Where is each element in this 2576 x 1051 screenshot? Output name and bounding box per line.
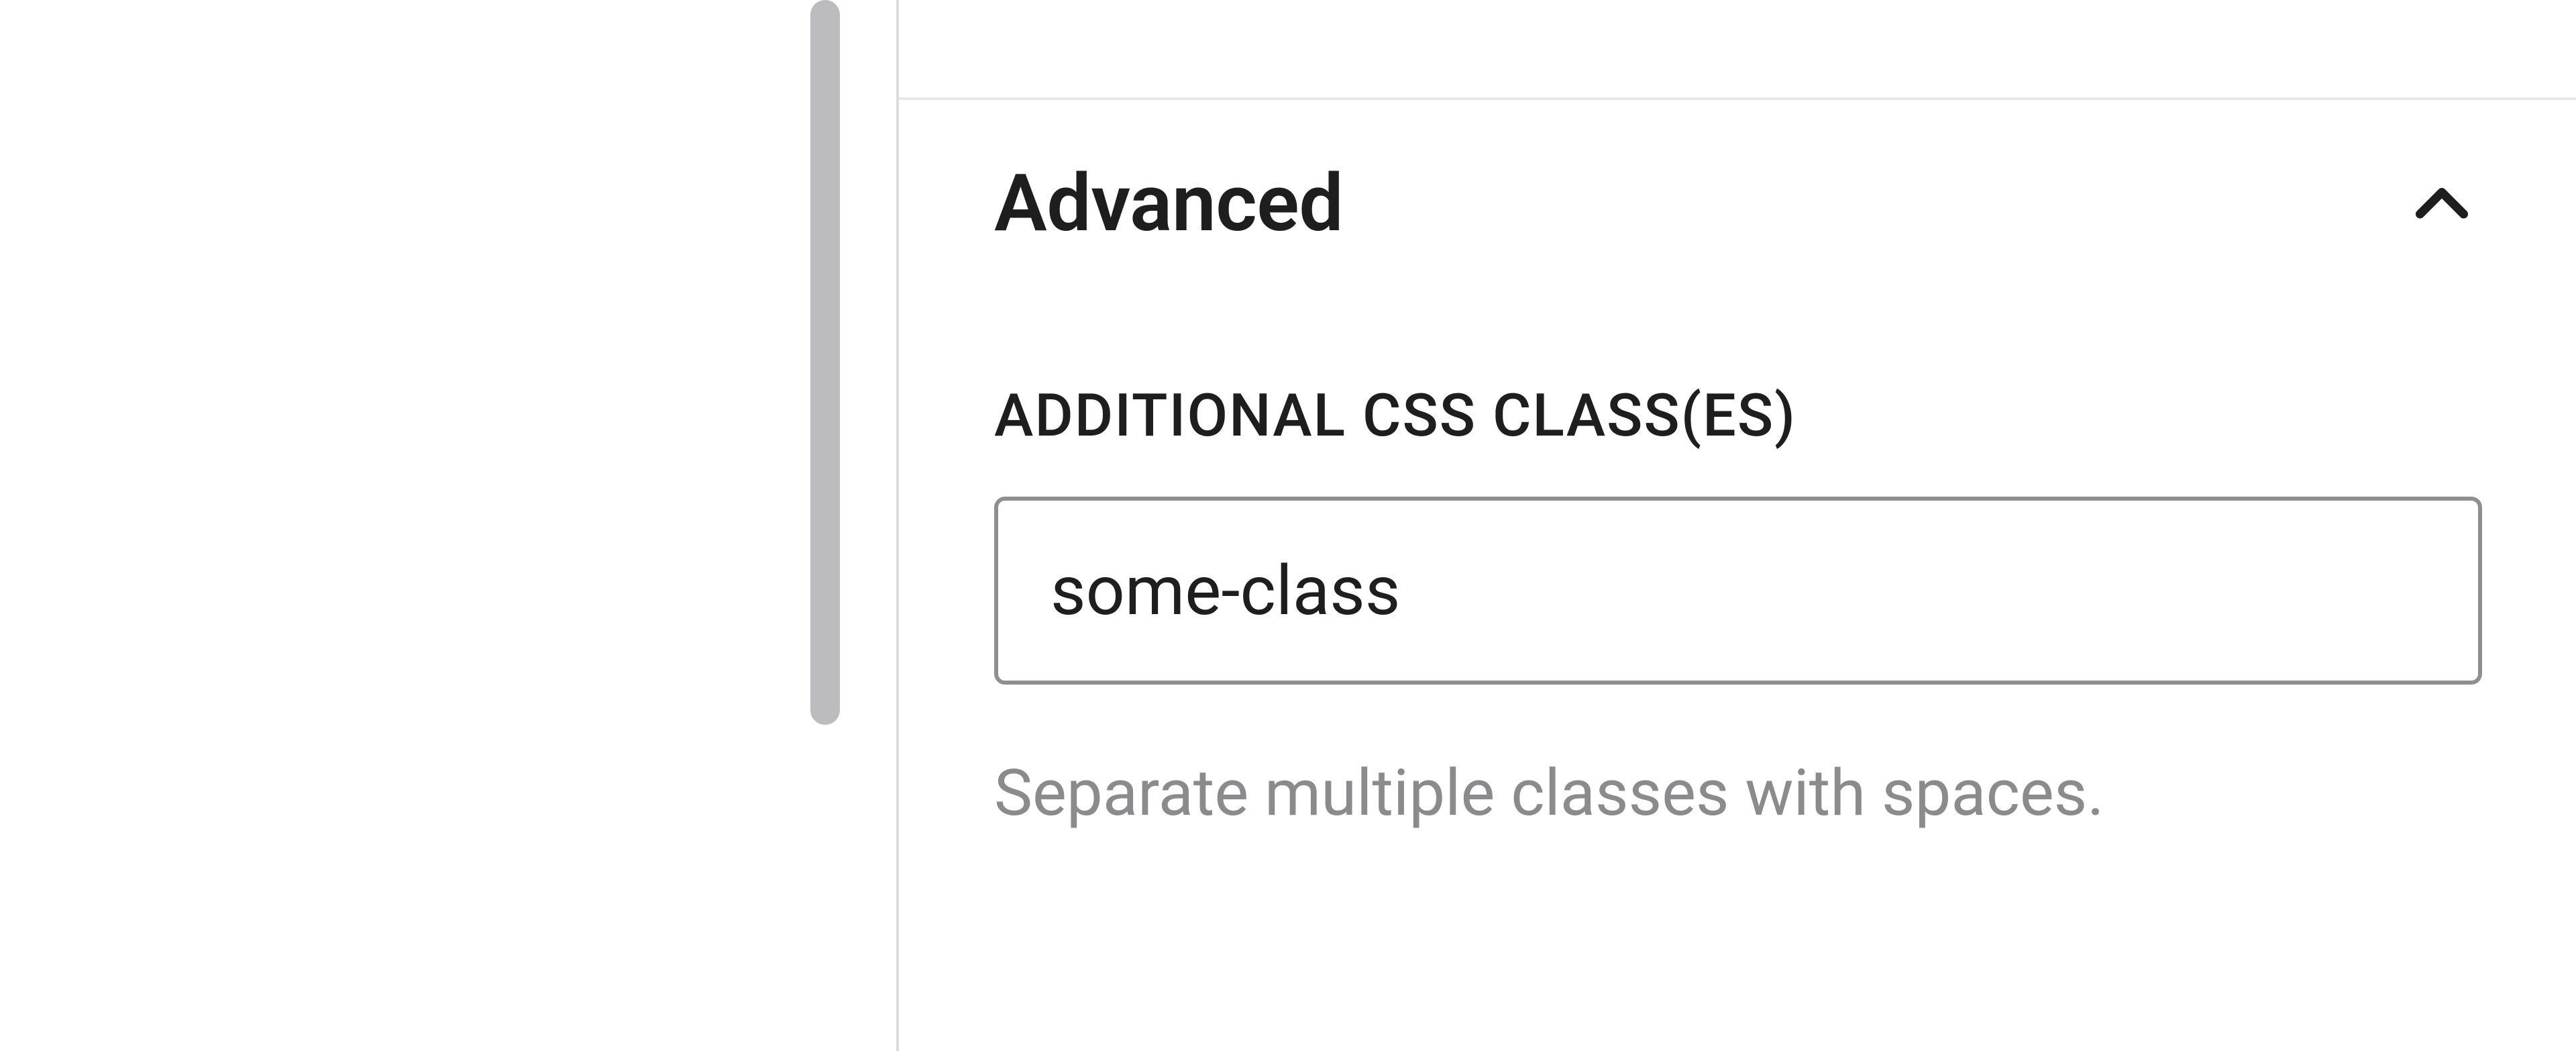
scrollbar-track[interactable] xyxy=(786,0,899,1051)
chevron-up-icon xyxy=(2402,164,2482,244)
additional-css-field: ADDITIONAL CSS CLASS(ES) Separate multip… xyxy=(994,382,2482,836)
additional-css-label: ADDITIONAL CSS CLASS(ES) xyxy=(994,382,2482,450)
stage: Advanced ADDITIONAL CSS CLASS(ES) Separa… xyxy=(0,0,2576,1051)
advanced-panel-title: Advanced xyxy=(994,160,1343,248)
scrollbar-thumb[interactable] xyxy=(810,0,840,725)
additional-css-help: Separate multiple classes with spaces. xyxy=(994,752,2482,836)
additional-css-input[interactable] xyxy=(994,497,2482,685)
advanced-panel-toggle[interactable]: Advanced xyxy=(994,160,2482,248)
advanced-panel: Advanced ADDITIONAL CSS CLASS(ES) Separa… xyxy=(899,100,2576,943)
